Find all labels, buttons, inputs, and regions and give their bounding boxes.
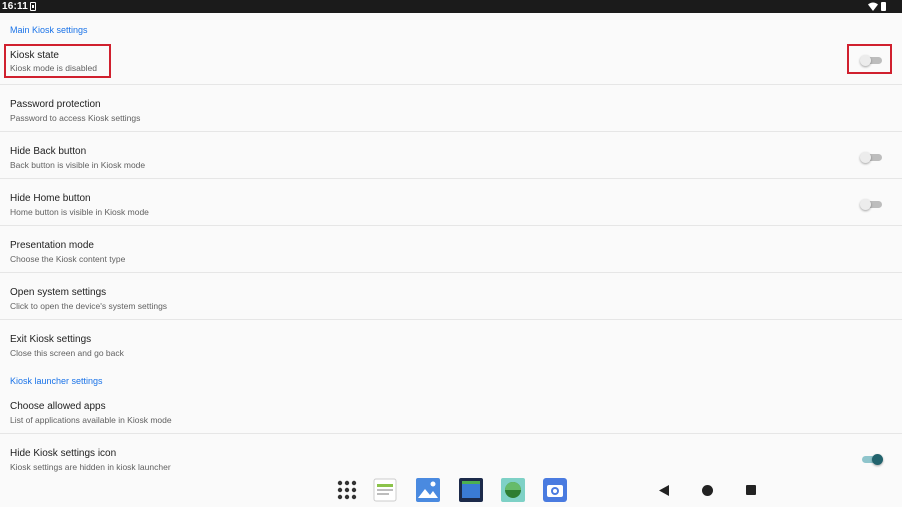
back-icon[interactable] [659,485,670,496]
app-drawer-icon[interactable] [335,478,359,502]
pref-title: Open system settings [10,287,107,298]
pref-summary: Password to access Kiosk settings [10,113,141,123]
status-bar: 16:11 [0,0,902,13]
pref-summary: Choose the Kiosk content type [10,254,126,264]
pref-open-system-settings[interactable]: Open system settings Click to open the d… [0,273,902,320]
camera-app-icon[interactable] [543,478,567,502]
pref-summary: List of applications available in Kiosk … [10,415,172,425]
pref-title: Password protection [10,99,101,110]
navigation-bar [0,473,902,507]
recents-icon[interactable] [746,485,756,495]
pref-summary: Back button is visible in Kiosk mode [10,160,146,170]
battery-icon [881,2,886,11]
pref-kiosk-state[interactable]: Kiosk state Kiosk mode is disabled [0,38,902,85]
pref-title: Exit Kiosk settings [10,334,92,345]
pref-title: Presentation mode [10,240,94,251]
pref-choose-allowed-apps[interactable]: Choose allowed apps List of applications… [0,387,902,434]
hide-home-switch[interactable] [860,199,883,210]
wifi-icon [868,2,878,11]
home-icon[interactable] [702,485,713,496]
pref-hide-home-button[interactable]: Hide Home button Home button is visible … [0,179,902,226]
sim-card-icon [30,2,36,11]
notepad-app-icon[interactable] [373,478,397,502]
highlight-box-kiosk-switch [847,44,892,74]
hide-back-switch[interactable] [860,152,883,163]
pref-hide-back-button[interactable]: Hide Back button Back button is visible … [0,132,902,179]
pref-exit-kiosk-settings[interactable]: Exit Kiosk settings Close this screen an… [0,320,902,367]
pref-title: Choose allowed apps [10,401,106,412]
pref-summary: Home button is visible in Kiosk mode [10,207,149,217]
pref-summary: Kiosk settings are hidden in kiosk launc… [10,462,171,472]
pref-title: Hide Home button [10,193,91,204]
section-header-launcher: Kiosk launcher settings [10,376,103,386]
pref-password-protection[interactable]: Password protection Password to access K… [0,85,902,132]
status-time: 16:11 [2,1,29,12]
game-app-icon[interactable] [501,478,525,502]
pref-summary: Close this screen and go back [10,348,124,358]
highlight-box-kiosk-state [4,44,111,78]
pref-title: Hide Kiosk settings icon [10,448,117,459]
pref-title: Hide Back button [10,146,87,157]
settings-list: Main Kiosk settings Kiosk state Kiosk mo… [0,13,902,473]
gallery-app-icon[interactable] [416,478,440,502]
pref-presentation-mode[interactable]: Presentation mode Choose the Kiosk conte… [0,226,902,273]
section-header-main: Main Kiosk settings [10,25,88,35]
file-manager-app-icon[interactable] [459,478,483,502]
pref-summary: Click to open the device's system settin… [10,301,168,311]
hide-kiosk-icon-switch[interactable] [860,454,883,465]
